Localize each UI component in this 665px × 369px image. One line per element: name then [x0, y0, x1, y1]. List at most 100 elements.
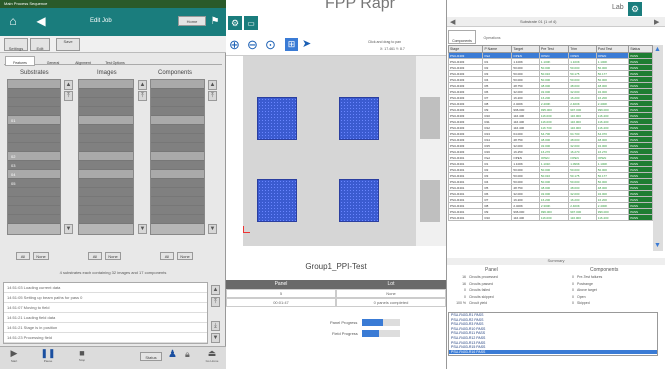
home-button[interactable]: Home — [178, 16, 206, 26]
substrate-item[interactable] — [8, 89, 60, 98]
image-item[interactable] — [79, 215, 133, 224]
component-item[interactable] — [151, 125, 204, 134]
substrate-item[interactable] — [8, 206, 60, 215]
substrate-image[interactable] — [339, 97, 379, 140]
image-item[interactable] — [79, 116, 133, 125]
image-item[interactable] — [79, 89, 133, 98]
component-item[interactable] — [151, 179, 204, 188]
log-scroll-top[interactable]: ⤒ — [211, 297, 220, 307]
component-item[interactable] — [151, 107, 204, 116]
images-list[interactable] — [78, 79, 134, 235]
column-header[interactable]: Status — [628, 45, 653, 53]
substrate-item[interactable]: 02 — [8, 152, 60, 161]
substrate-item[interactable] — [8, 80, 60, 89]
substrates-all-button[interactable]: All — [16, 252, 30, 260]
scroll-up-arrow-icon[interactable]: ▲ — [654, 46, 662, 54]
component-item[interactable] — [151, 206, 204, 215]
components-scroll-top[interactable]: ⤒ — [208, 91, 217, 101]
substrate-item[interactable]: 01 — [8, 116, 60, 125]
component-item[interactable] — [151, 161, 204, 170]
image-item[interactable] — [79, 143, 133, 152]
scroll-down-arrow-icon[interactable]: ▼ — [654, 242, 662, 250]
column-header[interactable]: Trim — [568, 45, 597, 53]
tab-features[interactable]: Features — [5, 56, 35, 66]
component-item[interactable] — [151, 152, 204, 161]
component-item[interactable] — [151, 134, 204, 143]
go-home-button[interactable]: ⏏ Go Home — [202, 348, 222, 367]
substrate-item[interactable] — [8, 197, 60, 206]
tab-test-options[interactable]: Test Options — [98, 57, 132, 65]
component-item[interactable] — [151, 197, 204, 206]
image-item[interactable] — [79, 107, 133, 116]
results-table[interactable]: Stage P Name Target Pre Test Trim Post Test St… — [448, 45, 653, 251]
pause-button[interactable]: ❚❚ Pause — [38, 348, 58, 367]
zoom-fit-icon[interactable]: ⊙ — [265, 37, 276, 53]
image-item[interactable] — [79, 134, 133, 143]
status-button[interactable]: Status — [140, 352, 162, 361]
column-header[interactable]: Target — [511, 45, 540, 53]
image-item[interactable] — [79, 161, 133, 170]
image-item[interactable] — [79, 98, 133, 107]
substrates-scroll-up[interactable]: ▲ — [64, 80, 73, 90]
components-scroll-up[interactable]: ▲ — [208, 80, 217, 90]
image-item[interactable] — [79, 197, 133, 206]
prev-substrate-icon[interactable]: ◀ — [450, 18, 455, 26]
image-item[interactable] — [79, 179, 133, 188]
home-icon[interactable]: ⌂ — [6, 14, 20, 28]
next-substrate-icon[interactable]: ▶ — [654, 18, 659, 26]
component-item[interactable] — [151, 80, 204, 89]
settings-gear-icon[interactable]: ⚙ — [628, 2, 642, 16]
back-arrow-icon[interactable]: ◀ — [34, 14, 48, 28]
substrate-image[interactable] — [257, 97, 297, 140]
camera-icon[interactable]: ▭ — [244, 16, 258, 30]
substrate-image[interactable] — [257, 179, 297, 222]
column-header[interactable]: P Name — [482, 45, 513, 53]
grid-view-icon[interactable]: ⊞ — [285, 38, 298, 51]
substrate-item[interactable] — [8, 215, 60, 224]
components-all-button[interactable]: All — [160, 252, 174, 260]
substrates-none-button[interactable]: None — [33, 252, 49, 260]
images-scroll-top[interactable]: ⤒ — [138, 91, 147, 101]
log-scroll-up[interactable]: ▲ — [211, 285, 220, 295]
stop-button[interactable]: ■ Stop — [72, 348, 92, 367]
lock-icon[interactable]: 🔒︎ — [185, 349, 197, 363]
images-none-button[interactable]: None — [105, 252, 121, 260]
image-item[interactable] — [79, 170, 133, 179]
component-item[interactable] — [151, 188, 204, 197]
substrate-item[interactable]: 05 — [8, 179, 60, 188]
log-scroll-down[interactable]: ▼ — [211, 333, 220, 343]
substrates-scroll-top[interactable]: ⤒ — [64, 91, 73, 101]
component-item[interactable] — [151, 215, 204, 224]
image-item[interactable] — [79, 206, 133, 215]
substrates-scroll-down[interactable]: ▼ — [64, 224, 73, 234]
user-icon[interactable]: ♟ — [168, 349, 180, 363]
result-entry[interactable]: PSU-R403-R16 PASS — [449, 349, 657, 355]
zoom-in-icon[interactable]: ⊕ — [229, 37, 240, 53]
gear-icon[interactable]: ⚙ — [228, 16, 242, 30]
result-log-list[interactable]: PSU-R403-R1 PASS PSU-R403-R2 PASS PSU-R403… — [448, 312, 658, 356]
components-none-button[interactable]: None — [177, 252, 193, 260]
image-item[interactable] — [79, 80, 133, 89]
component-item[interactable] — [151, 98, 204, 107]
component-item[interactable] — [151, 143, 204, 152]
substrate-item[interactable] — [8, 134, 60, 143]
results-scrollbar[interactable] — [653, 45, 663, 251]
component-item[interactable] — [151, 116, 204, 125]
tab-components[interactable]: Components — [448, 30, 476, 44]
substrate-item[interactable] — [8, 143, 60, 152]
tab-alignment[interactable]: Alignment — [68, 57, 98, 65]
tab-general[interactable]: General — [38, 57, 68, 65]
column-header[interactable]: Stage — [448, 45, 484, 53]
column-header[interactable]: Pre Test — [538, 45, 570, 53]
substrate-item[interactable]: 04 — [8, 170, 60, 179]
tab-operations[interactable]: Operations — [478, 36, 506, 44]
images-scroll-up[interactable]: ▲ — [138, 80, 147, 90]
substrate-item[interactable]: 03 — [8, 161, 60, 170]
edit-button[interactable]: Edit — [30, 38, 50, 51]
component-item[interactable] — [151, 170, 204, 179]
components-list[interactable] — [150, 79, 205, 235]
save-button[interactable]: Save — [56, 38, 80, 51]
table-row[interactable]: PSU-R401 R10 116.400 116.000 116.000 116.400 P… — [448, 214, 653, 221]
pointer-icon[interactable]: ➤ — [302, 37, 311, 50]
components-scroll-down[interactable]: ▼ — [208, 224, 217, 234]
